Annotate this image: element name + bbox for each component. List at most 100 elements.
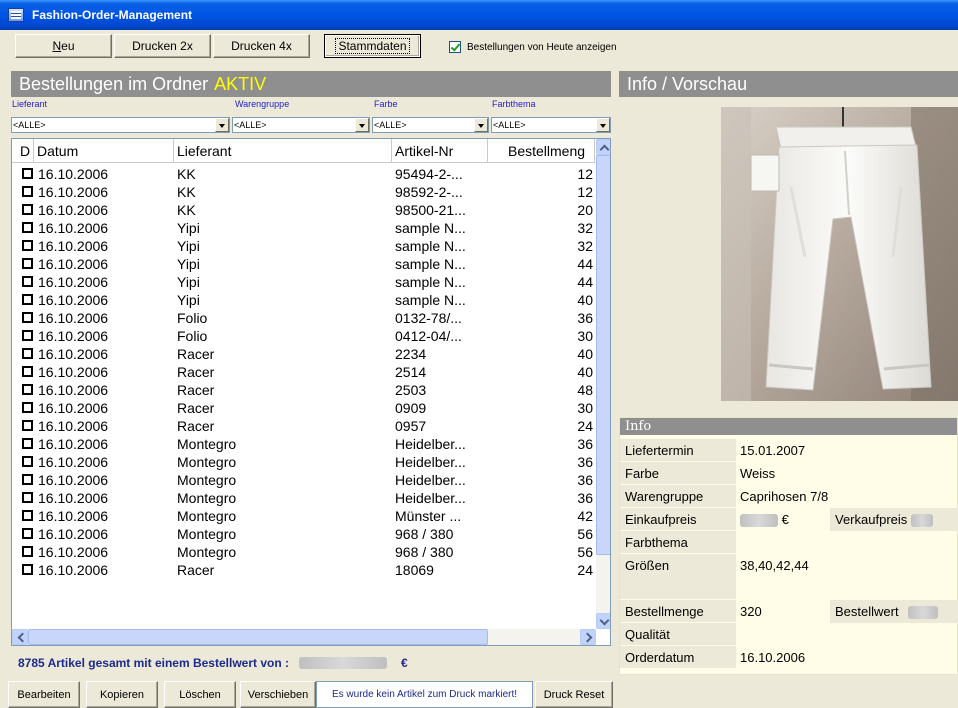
supplier-cell: Racer — [177, 382, 215, 398]
row-checkbox[interactable] — [22, 384, 33, 395]
horizontal-scroll-thumb[interactable] — [28, 629, 488, 645]
scroll-right-icon[interactable] — [580, 629, 596, 645]
table-row[interactable]: 16.10.2006 Yipi sample N... 44 — [12, 273, 595, 291]
table-row[interactable]: 16.10.2006 Yipi sample N... 32 — [12, 237, 595, 255]
master-data-button[interactable]: Stammdaten — [324, 34, 421, 58]
row-checkbox[interactable] — [22, 366, 33, 377]
column-header-supplier[interactable]: Lieferant — [174, 139, 392, 163]
order-total-text: 8785 Artikel gesamt mit einem Bestellwer… — [18, 656, 289, 670]
table-row[interactable]: 16.10.2006 Folio 0132-78/... 36 — [12, 309, 595, 327]
row-checkbox[interactable] — [22, 510, 33, 521]
table-row[interactable]: 16.10.2006 Folio 0412-04/... 30 — [12, 327, 595, 345]
chevron-down-icon[interactable] — [596, 118, 610, 132]
info-label: Bestellwert — [830, 600, 958, 623]
table-row[interactable]: 16.10.2006 Racer 18069 24 — [12, 561, 595, 579]
orders-table[interactable]: D Datum Lieferant Artikel-Nr Bestellmeng… — [11, 138, 611, 646]
new-button[interactable]: Neu — [15, 34, 112, 58]
table-row[interactable]: 16.10.2006 Montegro Heidelber... 36 — [12, 489, 595, 507]
color-filter-select[interactable]: <ALLE> — [372, 117, 489, 133]
row-checkbox[interactable] — [22, 564, 33, 575]
row-checkbox[interactable] — [22, 258, 33, 269]
scroll-left-icon[interactable] — [12, 629, 28, 645]
row-checkbox[interactable] — [22, 186, 33, 197]
table-row[interactable]: 16.10.2006 Yipi sample N... 32 — [12, 219, 595, 237]
color-theme-filter-select[interactable]: <ALLE> — [491, 117, 611, 133]
horizontal-scrollbar[interactable] — [12, 629, 596, 645]
row-checkbox[interactable] — [22, 168, 33, 179]
table-row[interactable]: 16.10.2006 Yipi sample N... 40 — [12, 291, 595, 309]
sale-price-label: Verkaufpreis — [835, 512, 908, 527]
info-value: 38,40,42,44 — [740, 558, 809, 573]
checkbox-checked-icon[interactable] — [449, 41, 461, 53]
article-no-cell: 0132-78/... — [395, 310, 462, 326]
table-row[interactable]: 16.10.2006 Racer 0957 24 — [12, 417, 595, 435]
table-row[interactable]: 16.10.2006 Montegro Heidelber... 36 — [12, 435, 595, 453]
filter-label-color-theme: Farbthema — [492, 99, 536, 109]
row-checkbox[interactable] — [22, 204, 33, 215]
table-row[interactable]: 16.10.2006 Racer 0909 30 — [12, 399, 595, 417]
row-checkbox[interactable] — [22, 312, 33, 323]
article-no-cell: sample N... — [395, 256, 466, 272]
row-checkbox[interactable] — [22, 276, 33, 287]
table-row[interactable]: 16.10.2006 KK 98592-2-... 12 — [12, 183, 595, 201]
scroll-down-icon[interactable] — [596, 613, 610, 629]
table-row[interactable]: 16.10.2006 KK 98500-21... 20 — [12, 201, 595, 219]
table-row[interactable]: 16.10.2006 Montegro 968 / 380 56 — [12, 543, 595, 561]
table-row[interactable]: 16.10.2006 Racer 2514 40 — [12, 363, 595, 381]
table-row[interactable]: 16.10.2006 Montegro Münster ... 42 — [12, 507, 595, 525]
row-checkbox[interactable] — [22, 546, 33, 557]
supplier-cell: Racer — [177, 418, 215, 434]
table-row[interactable]: 16.10.2006 Racer 2234 40 — [12, 345, 595, 363]
table-row[interactable]: 16.10.2006 Montegro 968 / 380 56 — [12, 525, 595, 543]
row-checkbox[interactable] — [22, 420, 33, 431]
chevron-down-icon[interactable] — [215, 118, 229, 132]
row-checkbox[interactable] — [22, 474, 33, 485]
row-checkbox[interactable] — [22, 456, 33, 467]
row-checkbox[interactable] — [22, 240, 33, 251]
product-group-filter-select[interactable]: <ALLE> — [232, 117, 370, 133]
row-checkbox[interactable] — [22, 402, 33, 413]
row-checkbox[interactable] — [22, 330, 33, 341]
column-header-date[interactable]: Datum — [34, 139, 174, 163]
print-reset-button[interactable]: Druck Reset — [535, 681, 613, 708]
date-cell: 16.10.2006 — [38, 274, 109, 290]
vertical-scroll-thumb[interactable] — [596, 155, 610, 555]
row-checkbox[interactable] — [22, 528, 33, 539]
info-row-color: Farbe Weiss — [620, 462, 958, 485]
table-row[interactable]: 16.10.2006 Yipi sample N... 44 — [12, 255, 595, 273]
row-checkbox[interactable] — [22, 348, 33, 359]
column-header-order-qty[interactable]: Bestellmeng — [488, 139, 595, 163]
article-no-cell: 18069 — [395, 562, 434, 578]
column-header-d[interactable]: D — [12, 139, 34, 163]
print-4x-button[interactable]: Drucken 4x — [213, 34, 310, 58]
table-row[interactable]: 16.10.2006 KK 95494-2-... 12 — [12, 165, 595, 183]
today-orders-checkbox[interactable]: Bestellungen von Heute anzeigen — [449, 41, 617, 53]
table-row[interactable]: 16.10.2006 Montegro Heidelber... 36 — [12, 453, 595, 471]
chevron-down-icon[interactable] — [355, 118, 369, 132]
row-checkbox[interactable] — [22, 492, 33, 503]
table-row[interactable]: 16.10.2006 Racer 2503 48 — [12, 381, 595, 399]
supplier-filter-select[interactable]: <ALLE> — [11, 117, 230, 133]
date-cell: 16.10.2006 — [38, 508, 109, 524]
row-checkbox[interactable] — [22, 438, 33, 449]
table-row[interactable]: 16.10.2006 Montegro Heidelber... 36 — [12, 471, 595, 489]
info-label: Warengruppe — [620, 485, 736, 508]
row-checkbox[interactable] — [22, 222, 33, 233]
scroll-up-icon[interactable] — [596, 139, 610, 155]
move-button[interactable]: Verschieben — [240, 681, 316, 708]
edit-button[interactable]: Bearbeiten — [8, 681, 80, 708]
info-label: Einkaufpreis — [620, 508, 736, 531]
order-value-label: Bestellwert — [835, 604, 899, 619]
copy-button[interactable]: Kopieren — [86, 681, 158, 708]
print-2x-button[interactable]: Drucken 2x — [114, 34, 211, 58]
row-checkbox[interactable] — [22, 294, 33, 305]
chevron-down-icon[interactable] — [474, 118, 488, 132]
order-total-summary: 8785 Artikel gesamt mit einem Bestellwer… — [18, 656, 408, 670]
column-header-article-no[interactable]: Artikel-Nr — [392, 139, 488, 163]
vertical-scrollbar[interactable] — [596, 139, 610, 629]
info-value: Caprihosen 7/8 — [740, 489, 829, 504]
window-title: Fashion-Order-Management — [32, 8, 193, 22]
date-cell: 16.10.2006 — [38, 346, 109, 362]
title-bar[interactable]: Fashion-Order-Management — [0, 0, 958, 30]
delete-button[interactable]: Löschen — [164, 681, 236, 708]
